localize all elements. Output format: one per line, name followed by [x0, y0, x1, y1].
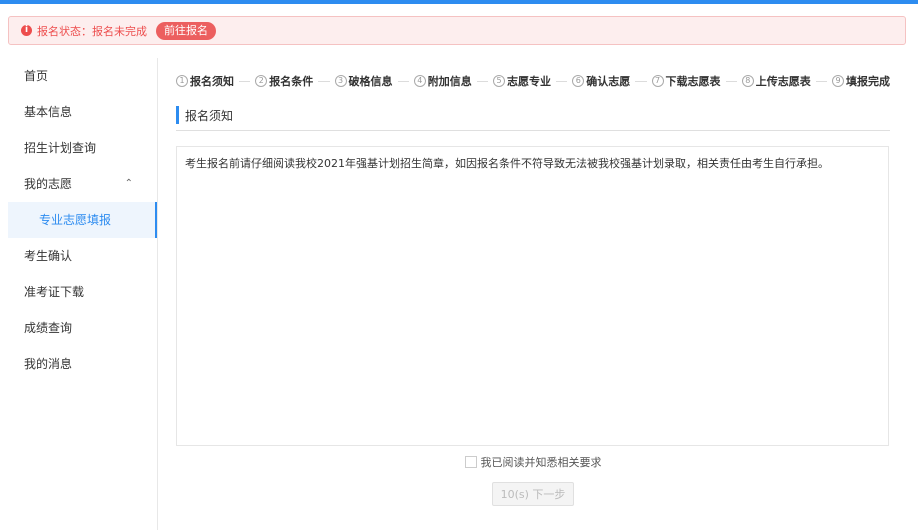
step-8: 8 上传志愿表: [741, 73, 811, 89]
sidebar-item-admission-ticket[interactable]: 准考证下载: [8, 274, 157, 310]
step-5: 5 志愿专业: [493, 73, 551, 89]
step-label: 破格信息: [348, 75, 393, 88]
step-number-icon: 3: [334, 75, 347, 87]
sidebar-item-score-query[interactable]: 成绩查询: [8, 310, 157, 346]
notice-box[interactable]: 考生报名前请仔细阅读我校2021年强基计划招生简章，如因报名条件不符导致无法被我…: [176, 146, 889, 446]
progress-steps: 1 报名须知 2 报名条件 3 破格信息 4 附加信息 5 志愿专业 6 确认志愿 7 下载志…: [176, 58, 890, 104]
status-label: 报名状态：: [37, 24, 92, 38]
top-accent-bar: [0, 0, 918, 4]
step-number-icon: 5: [493, 75, 505, 87]
registration-status-alert: i 报名状态： 报名未完成 前往报名: [8, 16, 906, 45]
step-number-icon: 2: [255, 75, 268, 87]
step-connector: [725, 80, 737, 82]
main-content: 1 报名须知 2 报名条件 3 破格信息 4 附加信息 5 志愿专业 6 确认志愿 7 下载志…: [176, 58, 890, 530]
section-title: 报名须知: [185, 108, 234, 123]
step-6: 6 确认志愿: [572, 73, 630, 89]
step-label: 报名须知: [190, 75, 234, 88]
step-label: 确认志愿: [586, 75, 631, 88]
section-accent-bar: [176, 106, 179, 124]
step-number-icon: 8: [741, 75, 754, 87]
agree-row[interactable]: 我已阅读并知悉相关要求: [176, 454, 890, 470]
step-connector: [318, 80, 330, 82]
step-connector: [239, 80, 251, 82]
sidebar-item-plan-query[interactable]: 招生计划查询: [8, 130, 157, 166]
step-label: 附加信息: [427, 75, 472, 88]
sidebar-item-candidate-confirm[interactable]: 考生确认: [8, 238, 157, 274]
step-connector: [815, 80, 827, 82]
info-icon: i: [21, 25, 32, 36]
status-value: 报名未完成: [92, 24, 147, 38]
step-label: 上传志愿表: [755, 75, 811, 88]
step-connector: [556, 80, 568, 82]
notice-text: 考生报名前请仔细阅读我校2021年强基计划招生简章，如因报名条件不符导致无法被我…: [185, 157, 829, 170]
step-label: 报名条件: [269, 75, 314, 88]
step-number-icon: 6: [572, 75, 585, 87]
next-step-button[interactable]: 10(s) 下一步: [492, 482, 574, 506]
sidebar-item-basic-info[interactable]: 基本信息: [8, 94, 157, 130]
go-register-button[interactable]: 前往报名: [156, 21, 216, 40]
step-connector: [635, 80, 647, 82]
chevron-up-icon: ⌃: [124, 178, 133, 189]
step-connector: [476, 80, 488, 82]
sidebar-item-home[interactable]: 首页: [8, 58, 157, 94]
step-connector: [397, 80, 409, 82]
step-7: 7 下载志愿表: [651, 73, 721, 89]
step-number-icon: 9: [832, 75, 844, 87]
step-2: 2 报名条件: [255, 73, 313, 89]
step-4: 4 附加信息: [413, 73, 472, 89]
step-9: 9 填报完成: [832, 73, 890, 89]
sidebar-item-major-choice-fill[interactable]: 专业志愿填报: [8, 202, 157, 238]
sidebar-item-label: 我的志愿: [24, 177, 73, 191]
step-1: 1 报名须知: [176, 73, 234, 89]
step-label: 下载志愿表: [665, 75, 721, 88]
step-number-icon: 7: [651, 75, 664, 87]
agree-label[interactable]: 我已阅读并知悉相关要求: [481, 454, 602, 470]
section-header: 报名须知: [176, 104, 890, 131]
step-number-icon: 4: [413, 75, 426, 87]
step-label: 填报完成: [846, 75, 890, 88]
sidebar-item-messages[interactable]: 我的消息: [8, 346, 157, 382]
step-3: 3 破格信息: [334, 73, 393, 89]
agree-checkbox[interactable]: [464, 456, 477, 468]
step-label: 志愿专业: [507, 75, 551, 88]
sidebar-item-my-choices[interactable]: 我的志愿 ⌃: [8, 166, 157, 202]
step-number-icon: 1: [176, 75, 188, 87]
sidebar-nav: 首页 基本信息 招生计划查询 我的志愿 ⌃ 专业志愿填报 考生确认 准考证下载 …: [8, 58, 158, 530]
